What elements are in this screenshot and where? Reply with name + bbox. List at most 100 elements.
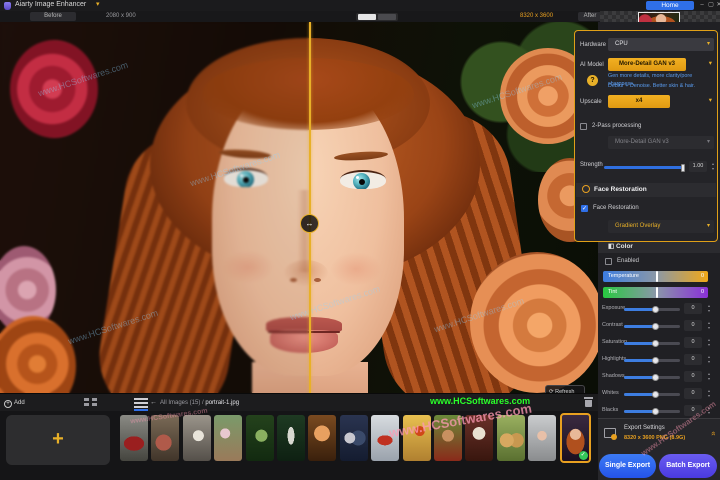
face-restoration-checkbox[interactable]: ✓	[581, 205, 588, 212]
slider-track[interactable]	[624, 342, 680, 345]
after-label: After	[578, 12, 602, 21]
tint-handle[interactable]	[656, 287, 658, 298]
rose-art	[470, 252, 598, 393]
color-enabled-checkbox[interactable]	[605, 258, 612, 265]
zoom-controls: ⟳ Refresh 17% ▾	[545, 385, 585, 393]
thumbnail-15[interactable]: ✓	[560, 413, 591, 463]
slider-value[interactable]: 0	[684, 354, 702, 365]
slider-handle[interactable]	[652, 306, 659, 313]
stepper[interactable]: ▴▾	[704, 303, 714, 314]
strength-handle[interactable]	[681, 164, 685, 172]
strength-value[interactable]: 1.00	[689, 161, 707, 172]
face-restoration-icon	[582, 185, 590, 193]
upscale-label: Upscale	[580, 99, 602, 105]
slider-row-exposure: Exposure0▴▾	[598, 303, 720, 315]
slider-track[interactable]	[624, 410, 680, 413]
single-export-button[interactable]: Single Export	[599, 454, 656, 478]
grid-view-icon[interactable]	[84, 398, 98, 408]
single-view-segment[interactable]	[358, 14, 376, 20]
slider-track[interactable]	[624, 308, 680, 311]
stepper[interactable]: ▴▾	[704, 354, 714, 365]
temperature-handle[interactable]	[656, 271, 658, 282]
slider-row-shadows: Shadows0▴▾	[598, 371, 720, 383]
maximize-button[interactable]: ▢	[707, 1, 715, 10]
thumbnail-4[interactable]	[214, 415, 242, 461]
slider-handle[interactable]	[652, 408, 659, 415]
thumbnail-3[interactable]	[183, 415, 211, 461]
slider-handle[interactable]	[652, 357, 659, 364]
slider-value[interactable]: 0	[684, 320, 702, 331]
slider-handle[interactable]	[652, 374, 659, 381]
minimize-button[interactable]: –	[698, 1, 706, 10]
chevron-down-icon: ▾	[707, 136, 710, 149]
face-restoration-header[interactable]: Face Restoration	[576, 183, 716, 197]
add-image-tile[interactable]: +	[6, 415, 110, 465]
chevron-down-icon[interactable]: ▾	[709, 96, 712, 104]
slider-row-whites: Whites0▴▾	[598, 388, 720, 400]
strength-stepper[interactable]: ▴▾	[708, 161, 718, 172]
slider-row-saturation: Saturation0▴▾	[598, 337, 720, 349]
slider-value[interactable]: 0	[684, 388, 702, 399]
slider-handle[interactable]	[652, 323, 659, 330]
back-icon[interactable]: ←	[150, 397, 157, 409]
slider-value[interactable]: 0	[684, 371, 702, 382]
list-view-icon[interactable]	[134, 398, 148, 408]
slider-value[interactable]: 0	[684, 337, 702, 348]
breadcrumb[interactable]: All Images (15) / portrait-1.jpg	[160, 397, 239, 409]
export-settings-title[interactable]: Export Settings	[624, 425, 665, 431]
close-button[interactable]: ✕	[715, 1, 720, 10]
compare-divider-handle[interactable]: ↔	[300, 214, 319, 233]
two-pass-label: 2-Pass processing	[592, 123, 641, 129]
ai-model-label: AI Model	[580, 62, 604, 68]
batch-export-button[interactable]: Batch Export	[659, 454, 717, 478]
ai-model-value-pill[interactable]: More-Detail GAN v3	[608, 58, 686, 71]
chevron-down-icon[interactable]: ▾	[96, 0, 100, 8]
strength-slider[interactable]	[604, 166, 684, 169]
upscale-value-pill[interactable]: x4	[608, 95, 670, 108]
help-icon[interactable]: ?	[587, 75, 598, 86]
slider-track[interactable]	[624, 376, 680, 379]
slider-track[interactable]	[624, 393, 680, 396]
two-pass-checkbox[interactable]	[580, 123, 587, 130]
split-view-toggle[interactable]	[356, 13, 398, 21]
thumbnail-5[interactable]	[246, 415, 274, 461]
chevron-down-icon: ▾	[707, 220, 710, 233]
compare-divider[interactable]	[309, 22, 311, 393]
temperature-slider[interactable]: Temperature 0	[603, 271, 708, 282]
tint-slider[interactable]: Tint 0	[603, 287, 708, 298]
slider-value[interactable]: 0	[684, 303, 702, 314]
face-restoration-label: Face Restoration	[593, 205, 639, 211]
title-bar: Aiarty Image Enhancer ▾ Home – ▢ ✕	[0, 0, 720, 11]
color-icon: ◧	[608, 243, 614, 250]
chevron-down-icon: ▾	[707, 38, 710, 51]
collapse-icon[interactable]: »	[708, 431, 717, 435]
app-title: Aiarty Image Enhancer	[15, 1, 86, 8]
delete-button[interactable]	[584, 397, 593, 407]
slider-track[interactable]	[624, 359, 680, 362]
thumbnail-13[interactable]	[497, 415, 525, 461]
chevron-down-icon[interactable]: ▾	[709, 59, 712, 67]
thumbnail-7[interactable]	[308, 415, 336, 461]
color-enabled-label: Enabled	[617, 258, 639, 264]
portrait-image[interactable]: www.HCSoftwares.com www.HCSoftwares.com …	[0, 22, 598, 393]
hardware-dropdown[interactable]: CPU▾	[608, 38, 714, 51]
strength-label: Strength	[580, 162, 603, 168]
split-view-segment[interactable]	[378, 14, 396, 20]
home-button[interactable]: Home	[646, 1, 694, 10]
refresh-button[interactable]: ⟳ Refresh	[549, 386, 585, 393]
after-size: 8320 x 3600	[520, 12, 553, 21]
stepper[interactable]: ▴▾	[704, 371, 714, 382]
add-button[interactable]: +Add	[4, 397, 30, 409]
slider-handle[interactable]	[652, 340, 659, 347]
stepper[interactable]: ▴▾	[704, 388, 714, 399]
slider-handle[interactable]	[652, 391, 659, 398]
stepper[interactable]: ▴▾	[704, 337, 714, 348]
two-pass-model-dropdown: More-Detail GAN v3▾	[608, 136, 714, 149]
thumbnail-14[interactable]	[528, 415, 556, 461]
thumbnail-8[interactable]	[340, 415, 368, 461]
gradient-overlay-dropdown[interactable]: Gradient Overlay▾	[608, 220, 714, 233]
stepper[interactable]: ▴▾	[704, 320, 714, 331]
thumbnail-6[interactable]	[277, 415, 305, 461]
slider-track[interactable]	[624, 325, 680, 328]
slider-row-contrast: Contrast0▴▾	[598, 320, 720, 332]
